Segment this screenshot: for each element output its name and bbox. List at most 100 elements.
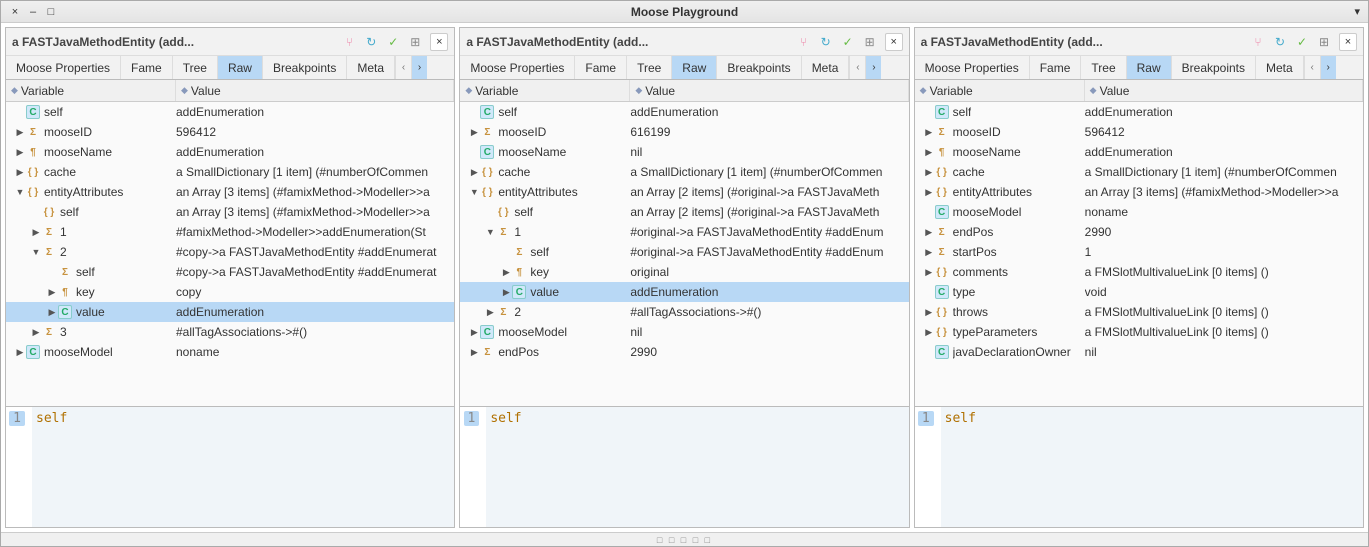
- expand-toggle[interactable]: ▶: [468, 127, 480, 138]
- property-row[interactable]: ▶ΣstartPos1: [915, 242, 1363, 262]
- tab-scroll-right[interactable]: ›: [1320, 56, 1336, 79]
- expand-toggle[interactable]: ▶: [923, 327, 935, 338]
- expand-toggle[interactable]: ▶: [46, 287, 58, 298]
- tab-raw[interactable]: Raw: [1127, 56, 1172, 79]
- window-minimize-button[interactable]: –: [25, 4, 41, 20]
- tab-tree[interactable]: Tree: [173, 56, 218, 79]
- expand-toggle[interactable]: ▶: [30, 327, 42, 338]
- property-row[interactable]: CselfaddEnumeration: [460, 102, 908, 122]
- column-header-value[interactable]: ◆Value: [630, 80, 908, 101]
- expand-toggle[interactable]: ▶: [923, 127, 935, 138]
- expand-toggle[interactable]: ▶: [923, 267, 935, 278]
- expand-toggle[interactable]: ▶: [923, 147, 935, 158]
- tab-meta[interactable]: Meta: [802, 56, 850, 79]
- tab-scroll-right[interactable]: ›: [865, 56, 881, 79]
- expand-toggle[interactable]: ▶: [468, 167, 480, 178]
- property-row[interactable]: ▶¶mooseNameaddEnumeration: [6, 142, 454, 162]
- tab-meta[interactable]: Meta: [1256, 56, 1304, 79]
- property-row[interactable]: ▶ΣendPos2990: [460, 342, 908, 362]
- accept-icon[interactable]: ✓: [384, 33, 402, 51]
- property-row[interactable]: ▶{ }cachea SmallDictionary [1 item] (#nu…: [460, 162, 908, 182]
- property-row[interactable]: { }selfan Array [2 items] (#original->a …: [460, 202, 908, 222]
- column-header-variable[interactable]: ◆Variable: [915, 80, 1085, 101]
- property-row[interactable]: ▶CmooseModelnoname: [6, 342, 454, 362]
- table-icon[interactable]: ⊞: [1315, 33, 1333, 51]
- property-row[interactable]: CselfaddEnumeration: [915, 102, 1363, 122]
- property-row[interactable]: ▶{ }entityAttributesan Array [3 items] (…: [915, 182, 1363, 202]
- expand-toggle[interactable]: ▶: [14, 147, 26, 158]
- property-row[interactable]: Σself#original->a FASTJavaMethodEntity #…: [460, 242, 908, 262]
- property-row[interactable]: Σself#copy->a FASTJavaMethodEntity #addE…: [6, 262, 454, 282]
- property-row[interactable]: ▶{ }commentsa FMSlotMultivalueLink [0 it…: [915, 262, 1363, 282]
- refresh-icon[interactable]: ↻: [817, 33, 835, 51]
- transmit-icon[interactable]: ⑂: [1249, 33, 1267, 51]
- expand-toggle[interactable]: ▶: [923, 307, 935, 318]
- property-row[interactable]: ▶¶keycopy: [6, 282, 454, 302]
- expand-toggle[interactable]: ▼: [14, 187, 26, 197]
- property-row[interactable]: Ctypevoid: [915, 282, 1363, 302]
- window-close-button[interactable]: ×: [7, 4, 23, 20]
- property-row[interactable]: ▶ΣmooseID596412: [6, 122, 454, 142]
- tab-fame[interactable]: Fame: [1030, 56, 1082, 79]
- accept-icon[interactable]: ✓: [839, 33, 857, 51]
- column-header-value[interactable]: ◆Value: [1085, 80, 1363, 101]
- property-row[interactable]: ▼Σ1#original->a FASTJavaMethodEntity #ad…: [460, 222, 908, 242]
- property-row[interactable]: ▶ΣendPos2990: [915, 222, 1363, 242]
- code-input[interactable]: self: [32, 407, 454, 527]
- expand-toggle[interactable]: ▶: [923, 247, 935, 258]
- property-row[interactable]: ▶Σ2#allTagAssociations->#(): [460, 302, 908, 322]
- expand-toggle[interactable]: ▼: [468, 187, 480, 197]
- tab-tree[interactable]: Tree: [627, 56, 672, 79]
- tab-scroll-left[interactable]: ‹: [849, 56, 865, 79]
- property-row[interactable]: ▶Σ1#famixMethod->Modeller>>addEnumeratio…: [6, 222, 454, 242]
- property-row[interactable]: ▶{ }throwsa FMSlotMultivalueLink [0 item…: [915, 302, 1363, 322]
- table-icon[interactable]: ⊞: [406, 33, 424, 51]
- column-header-variable[interactable]: ◆Variable: [6, 80, 176, 101]
- pane-close-button[interactable]: ×: [1339, 33, 1357, 51]
- expand-toggle[interactable]: ▶: [30, 227, 42, 238]
- expand-toggle[interactable]: ▶: [484, 307, 496, 318]
- window-maximize-button[interactable]: □: [43, 4, 59, 20]
- column-header-value[interactable]: ◆Value: [176, 80, 454, 101]
- tab-breakpoints[interactable]: Breakpoints: [263, 56, 347, 79]
- property-row[interactable]: CmooseNamenil: [460, 142, 908, 162]
- tab-moose-properties[interactable]: Moose Properties: [915, 56, 1030, 79]
- expand-toggle[interactable]: ▶: [923, 167, 935, 178]
- expand-toggle[interactable]: ▶: [468, 327, 480, 338]
- expand-toggle[interactable]: ▶: [468, 347, 480, 358]
- property-row[interactable]: CmooseModelnoname: [915, 202, 1363, 222]
- tab-tree[interactable]: Tree: [1081, 56, 1126, 79]
- table-icon[interactable]: ⊞: [861, 33, 879, 51]
- tab-scroll-left[interactable]: ‹: [1304, 56, 1320, 79]
- tab-fame[interactable]: Fame: [575, 56, 627, 79]
- expand-toggle[interactable]: ▶: [14, 347, 26, 358]
- tab-raw[interactable]: Raw: [672, 56, 717, 79]
- property-row[interactable]: CjavaDeclarationOwnernil: [915, 342, 1363, 362]
- expand-toggle[interactable]: ▼: [30, 247, 42, 257]
- code-input[interactable]: self: [941, 407, 1363, 527]
- tab-scroll-left[interactable]: ‹: [395, 56, 411, 79]
- expand-toggle[interactable]: ▶: [46, 307, 58, 318]
- tab-meta[interactable]: Meta: [347, 56, 395, 79]
- property-row[interactable]: ▶ΣmooseID596412: [915, 122, 1363, 142]
- tab-moose-properties[interactable]: Moose Properties: [460, 56, 575, 79]
- tab-breakpoints[interactable]: Breakpoints: [717, 56, 801, 79]
- property-row[interactable]: ▶{ }cachea SmallDictionary [1 item] (#nu…: [6, 162, 454, 182]
- property-row[interactable]: ▶{ }cachea SmallDictionary [1 item] (#nu…: [915, 162, 1363, 182]
- property-row[interactable]: { }selfan Array [3 items] (#famixMethod-…: [6, 202, 454, 222]
- expand-toggle[interactable]: ▶: [500, 287, 512, 298]
- property-row[interactable]: ▶CvalueaddEnumeration: [460, 282, 908, 302]
- tab-raw[interactable]: Raw: [218, 56, 263, 79]
- column-header-variable[interactable]: ◆Variable: [460, 80, 630, 101]
- property-row[interactable]: ▼{ }entityAttributesan Array [3 items] (…: [6, 182, 454, 202]
- transmit-icon[interactable]: ⑂: [795, 33, 813, 51]
- tab-scroll-right[interactable]: ›: [411, 56, 427, 79]
- property-row[interactable]: ▼{ }entityAttributesan Array [2 items] (…: [460, 182, 908, 202]
- property-row[interactable]: ▶Σ3#allTagAssociations->#(): [6, 322, 454, 342]
- refresh-icon[interactable]: ↻: [1271, 33, 1289, 51]
- expand-toggle[interactable]: ▶: [14, 167, 26, 178]
- property-row[interactable]: ▶CvalueaddEnumeration: [6, 302, 454, 322]
- property-row[interactable]: ▼Σ2#copy->a FASTJavaMethodEntity #addEnu…: [6, 242, 454, 262]
- refresh-icon[interactable]: ↻: [362, 33, 380, 51]
- tab-fame[interactable]: Fame: [121, 56, 173, 79]
